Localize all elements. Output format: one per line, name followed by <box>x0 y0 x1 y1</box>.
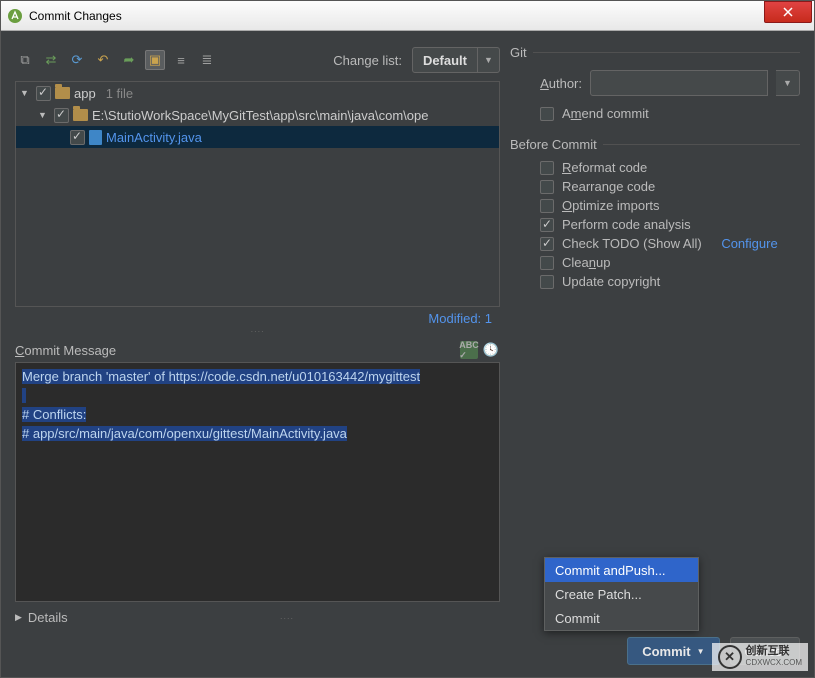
msg-line-3: # app/src/main/java/com/openxu/gittest/M… <box>22 426 347 441</box>
java-file-icon <box>89 130 102 145</box>
tree-file-label: MainActivity.java <box>106 130 202 145</box>
author-row: Author: ▼ <box>532 70 800 96</box>
collapse-icon[interactable]: ≣ <box>197 50 217 70</box>
tree-root-row[interactable]: ▼ app 1 file <box>16 82 499 104</box>
tree-path-label: E:\StutioWorkSpace\MyGitTest\app\src\mai… <box>92 108 428 123</box>
watermark-logo-icon: ✕ <box>718 645 742 669</box>
reformat-row[interactable]: Reformat code <box>540 160 800 175</box>
reformat-checkbox[interactable] <box>540 161 554 175</box>
folder-icon <box>55 87 70 99</box>
refresh-icon[interactable]: ⟳ <box>67 50 87 70</box>
git-section-header: Git <box>510 45 800 60</box>
group-by-dir-icon[interactable]: ▣ <box>145 50 165 70</box>
todo-checkbox[interactable] <box>540 237 554 251</box>
rollback-icon[interactable]: ↶ <box>93 50 113 70</box>
analyze-row[interactable]: Perform code analysis <box>540 217 800 232</box>
close-button[interactable] <box>764 1 812 23</box>
commit-and-push-item[interactable]: Commit and Push... <box>545 558 698 582</box>
commit-message-textarea[interactable]: Merge branch 'master' of https://code.cs… <box>15 362 500 602</box>
move-icon[interactable]: ⇄ <box>41 50 61 70</box>
change-list-dropdown[interactable]: Default ▼ <box>412 47 500 73</box>
rearrange-checkbox[interactable] <box>540 180 554 194</box>
app-icon <box>7 8 23 24</box>
tree-root-count: 1 file <box>106 86 133 101</box>
change-list-value: Default <box>413 53 477 68</box>
tree-root-checkbox[interactable] <box>36 86 51 101</box>
file-tree[interactable]: ▼ app 1 file ▼ E:\StutioWorkSpace\MyGitT… <box>15 81 500 307</box>
cleanup-checkbox[interactable] <box>540 256 554 270</box>
drag-handle[interactable]: ∙∙∙∙ <box>15 326 500 336</box>
arrow-down-icon[interactable]: ▼ <box>20 88 32 98</box>
msg-line-2: # Conflicts: <box>22 407 86 422</box>
commit-message-header: Commit Message ABC✓ 🕓 <box>15 338 500 362</box>
commit-item[interactable]: Commit <box>545 606 698 630</box>
spellcheck-icon[interactable]: ABC✓ <box>460 341 478 359</box>
tree-file-checkbox[interactable] <box>70 130 85 145</box>
arrow-down-icon[interactable]: ▼ <box>38 110 50 120</box>
chevron-down-icon: ▼ <box>697 647 705 656</box>
cleanup-row[interactable]: Cleanup <box>540 255 800 270</box>
tree-path-checkbox[interactable] <box>54 108 69 123</box>
rearrange-row[interactable]: Rearrange code <box>540 179 800 194</box>
watermark: ✕ 创新互联 CDXWCX.COM <box>712 643 808 671</box>
configure-link[interactable]: Configure <box>721 236 777 251</box>
tree-root-label: app <box>74 86 96 101</box>
copyright-checkbox[interactable] <box>540 275 554 289</box>
commit-menu-popup: Commit and Push... Create Patch... Commi… <box>544 557 699 631</box>
chevron-down-icon: ▼ <box>477 48 499 72</box>
before-commit-label: Before Commit <box>510 137 597 152</box>
tree-path-row[interactable]: ▼ E:\StutioWorkSpace\MyGitTest\app\src\m… <box>16 104 499 126</box>
chevron-right-icon: ▶ <box>15 612 22 623</box>
amend-checkbox[interactable] <box>540 107 554 121</box>
details-toggle[interactable]: ▶ Details ∙∙∙∙ <box>15 610 500 625</box>
msg-line-1: Merge branch 'master' of https://code.cs… <box>22 369 420 384</box>
author-input[interactable] <box>590 70 768 96</box>
tree-file-row[interactable]: MainActivity.java <box>16 126 499 148</box>
show-diff-icon[interactable]: ⧉ <box>15 50 35 70</box>
amend-row[interactable]: Amend commit <box>540 106 800 121</box>
commit-button[interactable]: Commit▼ <box>627 637 719 665</box>
toolbar: ⧉ ⇄ ⟳ ↶ ➦ ▣ ≡ ≣ Change list: Default ▼ <box>15 45 500 75</box>
before-commit-header: Before Commit <box>510 137 800 152</box>
modified-count: Modified: 1 <box>15 307 500 326</box>
git-label: Git <box>510 45 527 60</box>
history-icon[interactable]: 🕓 <box>482 341 500 359</box>
titlebar: Commit Changes <box>1 1 814 31</box>
optimize-row[interactable]: Optimize imports <box>540 198 800 213</box>
window-title: Commit Changes <box>29 9 764 23</box>
change-list-label: Change list: <box>333 53 402 68</box>
author-dropdown-icon[interactable]: ▼ <box>776 70 800 96</box>
commit-message-label: ommit Message <box>24 343 116 358</box>
optimize-checkbox[interactable] <box>540 199 554 213</box>
jump-icon[interactable]: ➦ <box>119 50 139 70</box>
expand-icon[interactable]: ≡ <box>171 50 191 70</box>
todo-row[interactable]: Check TODO (Show All) Configure <box>540 236 800 251</box>
copyright-row[interactable]: Update copyright <box>540 274 800 289</box>
details-label: Details <box>28 610 68 625</box>
analyze-checkbox[interactable] <box>540 218 554 232</box>
create-patch-item[interactable]: Create Patch... <box>545 582 698 606</box>
folder-icon <box>73 109 88 121</box>
